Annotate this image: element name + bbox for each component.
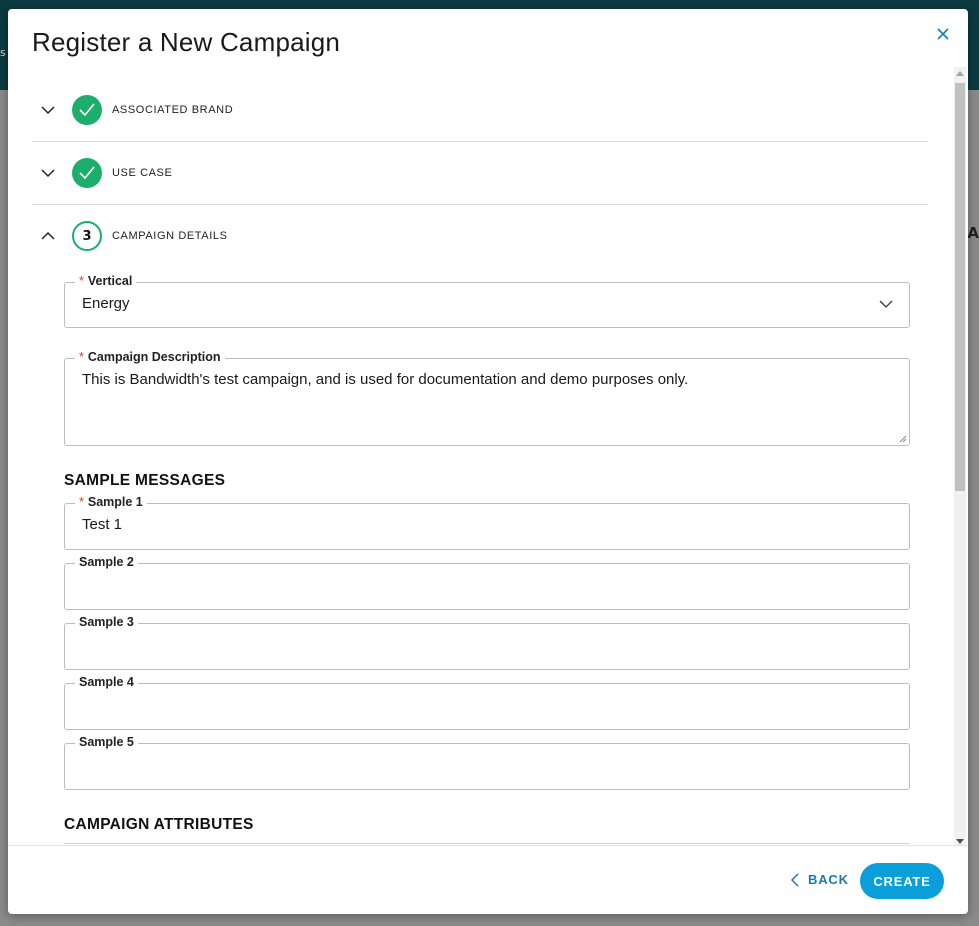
campaign-attributes-heading: CAMPAIGN ATTRIBUTES <box>64 816 254 833</box>
sample-4-input[interactable]: Sample 4 <box>64 675 910 730</box>
dialog-footer: BACK CREATE <box>8 845 968 914</box>
create-button[interactable]: CREATE <box>860 863 944 899</box>
chevron-down-icon[interactable] <box>40 102 56 118</box>
step-use-case[interactable]: USE CASE <box>32 142 928 205</box>
close-icon[interactable] <box>934 25 952 43</box>
sample-4-label: Sample 4 <box>75 675 138 689</box>
divider <box>64 843 910 844</box>
required-marker: * <box>79 274 84 288</box>
checkmark-icon <box>79 166 95 180</box>
dialog-scrollbar[interactable] <box>954 67 966 847</box>
scroll-down-arrow-icon[interactable] <box>956 839 964 844</box>
sample-5-label: Sample 5 <box>75 735 138 749</box>
background-text-fragment: s <box>0 46 6 59</box>
sample-1-label: * Sample 1 <box>75 495 147 509</box>
step-associated-brand[interactable]: ASSOCIATED BRAND <box>32 79 928 142</box>
dialog-content[interactable]: ASSOCIATED BRAND USE CASE 3 CAMPAIGN DET… <box>8 75 968 845</box>
sample-2-input[interactable]: Sample 2 <box>64 555 910 610</box>
step-complete-indicator <box>72 95 102 125</box>
step-label: USE CASE <box>112 167 173 179</box>
checkmark-icon <box>79 103 95 117</box>
scroll-up-arrow-icon[interactable] <box>956 71 964 76</box>
back-button-label: BACK <box>808 872 849 887</box>
vertical-value: Energy <box>82 295 130 312</box>
vertical-label: * Vertical <box>75 274 137 288</box>
vertical-select[interactable]: * Vertical Energy <box>64 274 910 328</box>
campaign-description-value: This is Bandwidth's test campaign, and i… <box>82 371 689 388</box>
sample-3-input[interactable]: Sample 3 <box>64 615 910 670</box>
resize-handle-icon[interactable] <box>899 435 907 443</box>
back-button[interactable]: BACK <box>791 872 849 887</box>
sample-1-value: Test 1 <box>82 516 123 533</box>
register-campaign-dialog: Register a New Campaign ASSOCIATED BRAND <box>8 9 968 914</box>
required-marker: * <box>79 495 84 509</box>
sample-5-input[interactable]: Sample 5 <box>64 735 910 790</box>
step-label: ASSOCIATED BRAND <box>112 104 234 116</box>
background-text-fragment: A <box>967 224 979 242</box>
chevron-up-icon[interactable] <box>40 228 56 244</box>
step-complete-indicator <box>72 158 102 188</box>
chevron-down-icon[interactable] <box>40 165 56 181</box>
step-label: CAMPAIGN DETAILS <box>112 230 228 242</box>
chevron-down-icon <box>879 300 893 308</box>
scrollbar-thumb[interactable] <box>955 83 965 491</box>
step-campaign-details[interactable]: 3 CAMPAIGN DETAILS <box>32 205 928 267</box>
dialog-title: Register a New Campaign <box>32 27 341 57</box>
sample-2-label: Sample 2 <box>75 555 138 569</box>
campaign-description-textarea[interactable]: * Campaign Description This is Bandwidth'… <box>64 350 910 446</box>
sample-3-label: Sample 3 <box>75 615 138 629</box>
required-marker: * <box>79 350 84 364</box>
sample-1-input[interactable]: * Sample 1 Test 1 <box>64 495 910 550</box>
step-number-badge: 3 <box>72 221 102 251</box>
chevron-left-icon <box>791 872 799 887</box>
sample-messages-heading: SAMPLE MESSAGES <box>64 472 226 489</box>
campaign-description-label: * Campaign Description <box>75 350 225 364</box>
